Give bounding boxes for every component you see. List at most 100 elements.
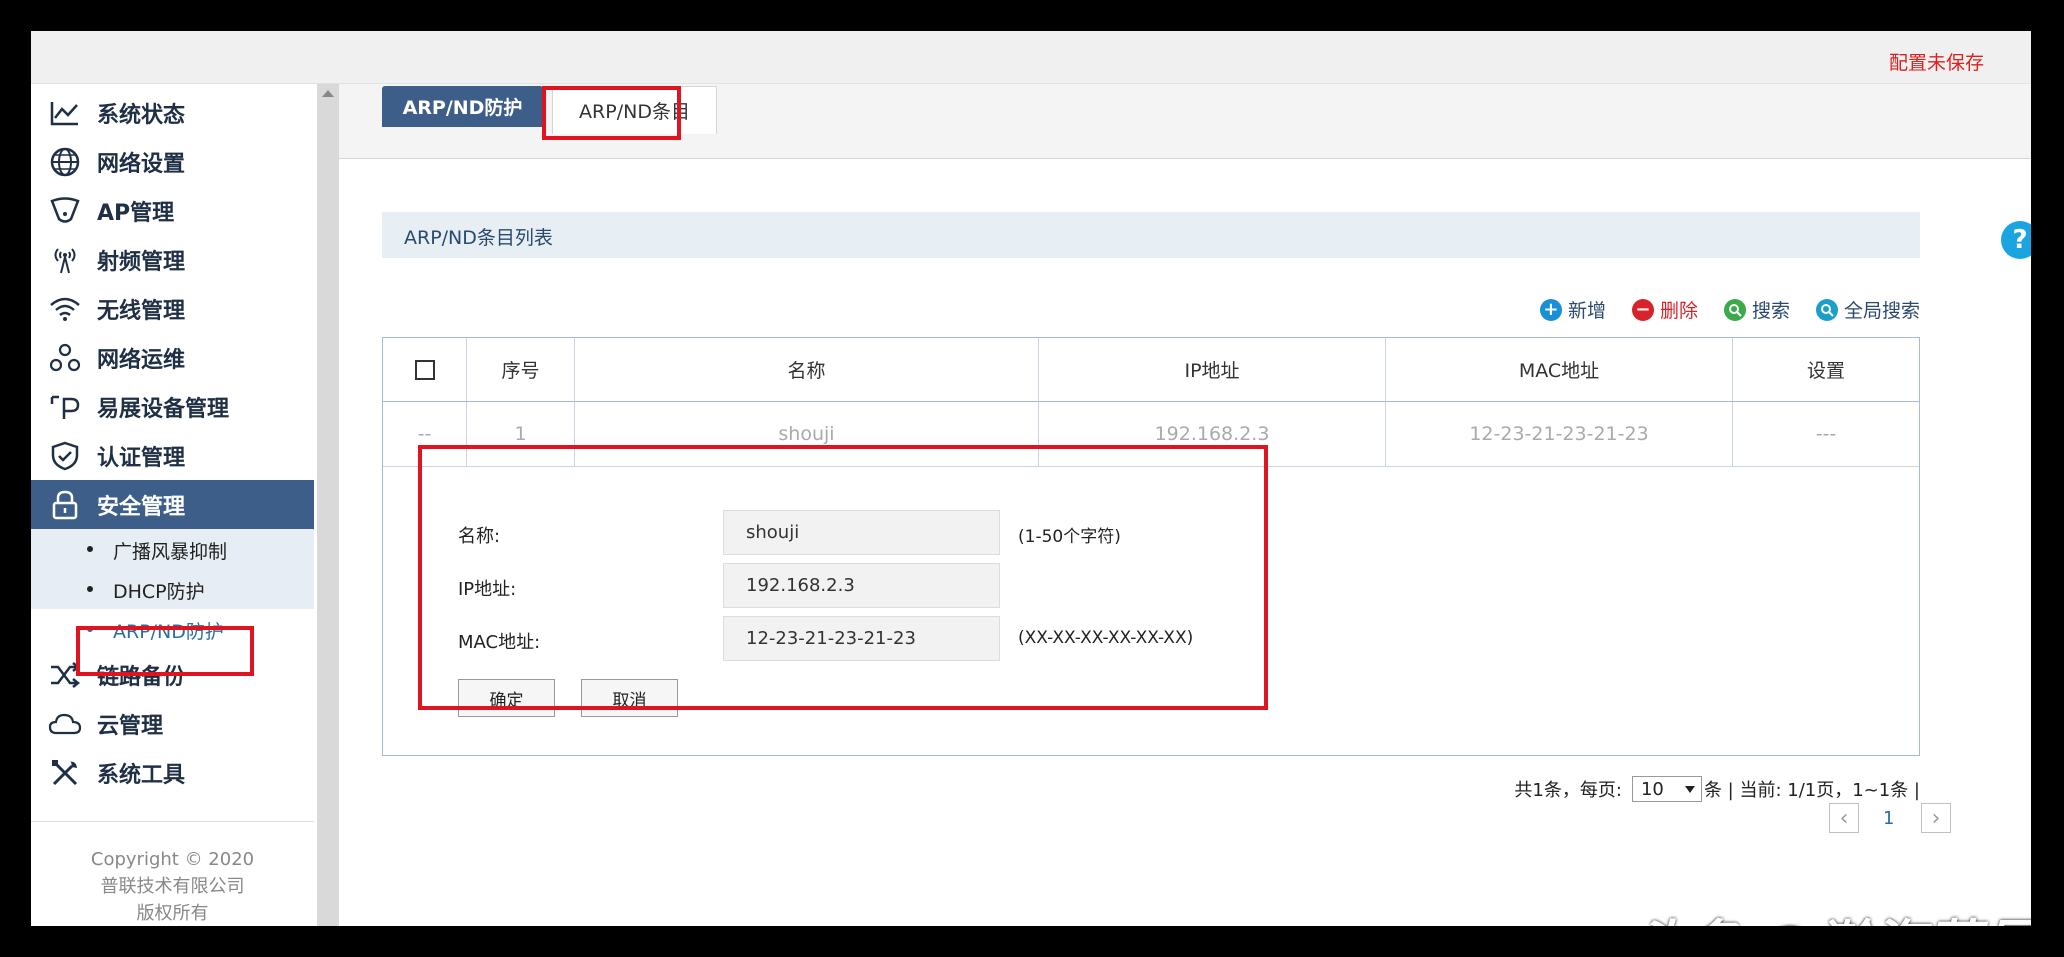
sidebar-subitem-broadcast-storm[interactable]: 广播风暴抑制 [31, 529, 314, 569]
device-p-icon [48, 390, 82, 424]
divider [31, 821, 314, 822]
sidebar-item-label: 网络运维 [97, 347, 186, 373]
plus-circle-icon: + [1539, 298, 1562, 321]
add-label: 新增 [1567, 300, 1606, 322]
help-icon[interactable]: ? [2001, 221, 2031, 259]
sidebar-item-label: 链路备份 [97, 664, 186, 690]
copyright-line: Copyright © 2020 [90, 849, 255, 870]
search-button[interactable]: 搜索 [1723, 296, 1790, 323]
chart-line-icon [48, 96, 82, 130]
chevron-down-icon [1684, 785, 1695, 793]
row-name: shouji [575, 402, 1039, 466]
prev-page-button[interactable]: ‹ [1829, 803, 1859, 833]
search-icon [1723, 298, 1746, 321]
section-header: ARP/ND条目列表 [382, 212, 1920, 258]
header-settings: 设置 [1806, 360, 1845, 382]
sidebar-subitem-arp-nd-protection[interactable]: ARP/ND防护 [31, 609, 314, 649]
delete-button[interactable]: − 删除 [1631, 296, 1698, 323]
table-row[interactable]: -- 1 shouji 192.168.2.3 12-23-21-23-21-2… [383, 402, 1919, 467]
ip-input[interactable] [723, 563, 1000, 608]
per-page-select[interactable]: 10 [1631, 776, 1702, 802]
sidebar-item-label: 认证管理 [97, 445, 186, 471]
bullet-icon [87, 546, 93, 552]
sidebar-item-system-tools[interactable]: 系统工具 [31, 748, 314, 797]
pagination-info: 共1条，每页: 10 条 | 当前: 1/1页，1~1条 | [1514, 776, 1920, 802]
delete-label: 删除 [1659, 300, 1698, 322]
sidebar-subitem-label: ARP/ND防护 [113, 621, 224, 643]
per-page-value: 10 [1640, 778, 1664, 800]
sidebar-item-label: AP管理 [97, 200, 175, 226]
sidebar-item-network-settings[interactable]: 网络设置 [31, 137, 314, 186]
sidebar-subitem-dhcp-protection[interactable]: DHCP防护 [31, 569, 314, 609]
check-shield-icon [48, 439, 82, 473]
sidebar-item-ap-management[interactable]: AP管理 [31, 186, 314, 235]
sidebar-item-wireless-management[interactable]: 无线管理 [31, 284, 314, 333]
sidebar-item-label: 无线管理 [97, 298, 186, 324]
sidebar-item-auth-management[interactable]: 认证管理 [31, 431, 314, 480]
tab-arp-nd-entries[interactable]: ARP/ND条目 [552, 86, 717, 134]
global-search-button[interactable]: 全局搜索 [1815, 296, 1920, 323]
sidebar-item-link-backup[interactable]: 链路备份 [31, 650, 314, 699]
sidebar-scrollbar[interactable] [317, 84, 339, 926]
minus-circle-icon: − [1631, 298, 1654, 321]
sidebar-item-network-ops[interactable]: 网络运维 [31, 333, 314, 382]
next-page-button[interactable]: › [1921, 803, 1951, 833]
form-buttons: 确定 取消 [458, 679, 1458, 724]
sidebar-item-label: 安全管理 [97, 494, 186, 520]
main-content: ARP/ND防护 ARP/ND条目 ARP/ND条目列表 + 新增 − 删除 搜… [339, 84, 2031, 926]
tab-bar: ARP/ND防护 ARP/ND条目 [339, 84, 2031, 159]
bullet-icon [87, 586, 93, 592]
section-title: ARP/ND条目列表 [404, 227, 553, 249]
shuffle-icon [48, 658, 82, 692]
ap-shield-icon [48, 194, 82, 228]
select-all-checkbox[interactable] [414, 359, 435, 380]
sidebar-subitem-label: 广播风暴抑制 [113, 541, 228, 563]
form-row-mac: MAC地址: (XX-XX-XX-XX-XX-XX) [458, 616, 1458, 661]
bullet-icon [87, 626, 93, 632]
watermark: 头条 @瀚海蓝昊王 [1631, 901, 2031, 926]
cancel-button[interactable]: 取消 [581, 679, 678, 717]
total-count: 共1条，每页: [1514, 780, 1622, 801]
tab-arp-nd-protection[interactable]: ARP/ND防护 [382, 86, 543, 127]
cloud-icon [48, 707, 82, 741]
sidebar-item-label: 云管理 [97, 713, 164, 739]
add-button[interactable]: + 新增 [1539, 296, 1606, 323]
sidebar-item-cloud-management[interactable]: 云管理 [31, 699, 314, 748]
confirm-button[interactable]: 确定 [458, 679, 555, 717]
sidebar-item-label: 系统状态 [97, 102, 186, 128]
scroll-up-arrow-icon[interactable] [322, 90, 334, 97]
table-header: 序号 名称 IP地址 MAC地址 设置 [383, 338, 1919, 402]
app-window: 配置未保存 系统状态 网络设置 AP管理 射频管理 无线管理 网络运维 易展设备… [31, 31, 2031, 926]
select-all-cell [383, 338, 467, 401]
sidebar-item-radio-management[interactable]: 射频管理 [31, 235, 314, 284]
mac-input[interactable] [723, 616, 1000, 661]
page-summary: 条 | 当前: 1/1页，1~1条 | [1703, 780, 1920, 801]
name-input[interactable] [723, 510, 1000, 555]
row-index: 1 [467, 402, 575, 466]
header-index: 序号 [467, 338, 575, 401]
name-hint: (1-50个字符) [1018, 527, 1121, 547]
copyright: Copyright © 2020 普联技术有限公司 版权所有 [31, 846, 314, 926]
sidebar-item-security-management[interactable]: 安全管理 [31, 480, 314, 529]
top-bar: 配置未保存 [31, 31, 2031, 84]
form-row-ip: IP地址: [458, 563, 1458, 608]
wifi-icon [48, 292, 82, 326]
table-actions: + 新增 − 删除 搜索 全局搜索 [1539, 296, 1920, 323]
sidebar-item-label: 系统工具 [97, 762, 186, 788]
sidebar-subitem-label: DHCP防护 [113, 581, 205, 603]
sidebar-item-label: 射频管理 [97, 249, 186, 275]
row-settings: --- [1815, 423, 1837, 445]
sidebar-item-device-management[interactable]: 易展设备管理 [31, 382, 314, 431]
config-unsaved-link[interactable]: 配置未保存 [1889, 48, 1984, 75]
search-label: 搜索 [1751, 300, 1790, 322]
copyright-rights: 版权所有 [136, 903, 209, 924]
lock-icon [48, 488, 82, 522]
header-mac: MAC地址 [1386, 338, 1733, 401]
globe-icon [48, 145, 82, 179]
form-row-name: 名称: (1-50个字符) [458, 510, 1458, 555]
page-number[interactable]: 1 [1883, 803, 1894, 833]
global-search-icon [1815, 298, 1838, 321]
sidebar-item-label: 网络设置 [97, 151, 186, 177]
copyright-company: 普联技术有限公司 [100, 876, 245, 897]
sidebar-item-system-status[interactable]: 系统状态 [31, 88, 314, 137]
